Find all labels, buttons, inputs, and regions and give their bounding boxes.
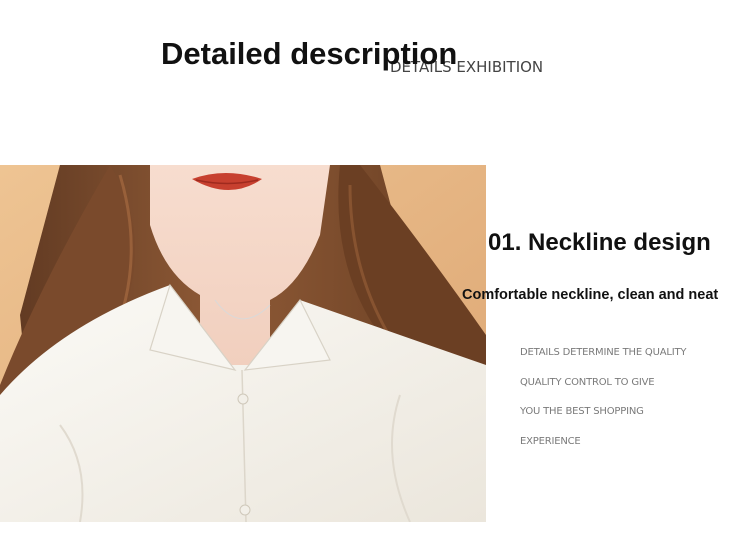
detail-lines: DETAILS DETERMINE THE QUALITY QUALITY CO… bbox=[520, 346, 686, 464]
feature-title: 01. Neckline design bbox=[488, 229, 711, 256]
page-title: Detailed description bbox=[161, 36, 458, 71]
detail-line: QUALITY CONTROL TO GIVE bbox=[520, 376, 655, 388]
product-photo bbox=[0, 165, 486, 522]
detail-line: EXPERIENCE bbox=[520, 435, 581, 447]
detail-line: DETAILS DETERMINE THE QUALITY bbox=[520, 347, 687, 358]
feature-subtitle: Comfortable neckline, clean and neat bbox=[462, 287, 719, 303]
detail-line: YOU THE BEST SHOPPING bbox=[520, 406, 644, 417]
